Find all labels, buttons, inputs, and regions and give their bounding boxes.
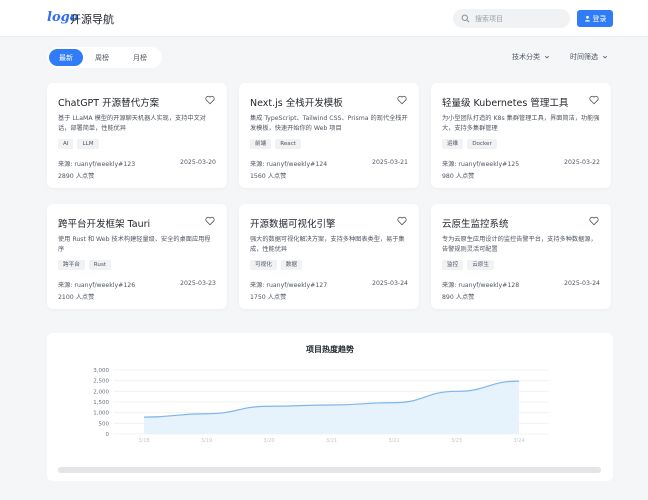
card-description: 强大的数据可视化解决方案，支持多种图表类型，易于集成，性能优异: [250, 236, 405, 253]
card-date: 2025-03-21: [372, 159, 408, 166]
heart-icon[interactable]: [589, 95, 599, 105]
x-tick-label: 3/19: [201, 438, 212, 444]
card-tags: 跨平台 Rust: [58, 260, 112, 270]
x-tick-label: 3/23: [451, 438, 462, 444]
tag[interactable]: 前端: [250, 139, 272, 149]
tag[interactable]: 可视化: [250, 260, 277, 270]
site-name: 开源导航: [70, 13, 114, 26]
y-tick-label: 1,500: [93, 400, 109, 406]
card-likes: 1560 人点赞: [250, 173, 287, 180]
project-card[interactable]: 跨平台开发框架 Tauri 使用 Rust 和 Web 技术构建轻量级、安全的桌…: [47, 204, 227, 309]
project-card[interactable]: 轻量级 Kubernetes 管理工具 为小型团队打造的 K8s 集群管理工具，…: [431, 83, 611, 188]
tag[interactable]: 跨平台: [58, 260, 85, 270]
tag[interactable]: 监控: [442, 260, 464, 270]
top-header: logo 开源导航 登录: [0, 0, 648, 37]
x-tick-label: 3/20: [263, 438, 274, 444]
ranking-tabs: 最新 周榜 月榜: [47, 47, 162, 68]
tab-monthly[interactable]: 月榜: [121, 49, 159, 66]
y-tick-label: 3,000: [93, 368, 109, 374]
card-description: 使用 Rust 和 Web 技术构建轻量级、安全的桌面应用程序: [58, 236, 211, 253]
card-date: 2025-03-24: [372, 280, 408, 287]
tag[interactable]: 数据: [280, 260, 302, 270]
card-description: 专为云原生应用设计的监控告警平台，支持多种数据源，告警规则灵活可配置: [442, 236, 597, 253]
card-title[interactable]: 开源数据可视化引擎: [250, 216, 336, 230]
time-filter-label: 时间筛选: [570, 53, 598, 61]
tag[interactable]: LLM: [77, 139, 99, 149]
heart-icon[interactable]: [205, 216, 215, 226]
tag[interactable]: 云原生: [467, 260, 494, 270]
card-title[interactable]: 轻量级 Kubernetes 管理工具: [442, 95, 568, 109]
card-likes: 2890 人点赞: [58, 173, 95, 180]
card-tags: 前端 React: [250, 139, 301, 149]
card-description: 基于 LLaMA 模型的开源聊天机器人实现，支持中文对话，部署简单，性能优异: [58, 115, 206, 132]
login-button[interactable]: 登录: [577, 10, 613, 27]
heart-icon[interactable]: [397, 216, 407, 226]
card-date: 2025-03-23: [180, 280, 216, 287]
tag[interactable]: Docker: [467, 139, 497, 149]
card-tags: AI LLM: [58, 139, 99, 149]
chart-zoom-slider[interactable]: [58, 467, 601, 473]
user-icon: [584, 15, 590, 22]
x-tick-label: 3/18: [138, 438, 149, 444]
time-filter[interactable]: 时间筛选: [570, 52, 608, 62]
card-date: 2025-03-20: [180, 159, 216, 166]
card-source: 来源: ruanyf/weekly#126: [58, 282, 136, 289]
card-description: 集成 TypeScript、Tailwind CSS、Prisma 的现代全栈开…: [250, 115, 408, 132]
project-card[interactable]: Next.js 全栈开发模板 集成 TypeScript、Tailwind CS…: [239, 83, 419, 188]
login-label: 登录: [592, 14, 607, 23]
card-source: 来源: ruanyf/weekly#125: [442, 161, 520, 168]
tab-weekly[interactable]: 周榜: [83, 49, 121, 66]
heart-icon[interactable]: [589, 216, 599, 226]
tag[interactable]: AI: [58, 139, 74, 149]
x-tick-label: 3/21: [326, 438, 337, 444]
card-title[interactable]: 云原生监控系统: [442, 216, 509, 230]
card-source: 来源: ruanyf/weekly#128: [442, 282, 520, 289]
trend-chart[interactable]: 0 500 1,000 1,500 2,000 2,500 3,000 3/18 3/19 3/2…: [47, 333, 613, 481]
tag[interactable]: React: [275, 139, 301, 149]
trend-chart-panel: 项目热度趋势 0 500 1,000 1,500 2,000 2,500 3,000 3/18…: [47, 333, 613, 481]
category-filter-label: 技术分类: [512, 53, 540, 61]
series-area: [144, 381, 519, 434]
project-card[interactable]: 云原生监控系统 专为云原生应用设计的监控告警平台，支持多种数据源，告警规则灵活可…: [431, 204, 611, 309]
card-likes: 2100 人点赞: [58, 294, 95, 301]
category-filter[interactable]: 技术分类: [512, 52, 550, 62]
card-tags: 监控 云原生: [442, 260, 494, 270]
project-card[interactable]: 开源数据可视化引擎 强大的数据可视化解决方案，支持多种图表类型，易于集成，性能优…: [239, 204, 419, 309]
tag[interactable]: Rust: [88, 260, 112, 270]
tag[interactable]: 运维: [442, 139, 464, 149]
search-icon: [461, 14, 470, 23]
project-card[interactable]: ChatGPT 开源替代方案 基于 LLaMA 模型的开源聊天机器人实现，支持中…: [47, 83, 227, 188]
card-title[interactable]: 跨平台开发框架 Tauri: [58, 216, 150, 230]
card-likes: 890 人点赞: [442, 294, 475, 301]
card-likes: 980 人点赞: [442, 173, 475, 180]
card-tags: 运维 Docker: [442, 139, 497, 149]
card-date: 2025-03-24: [564, 280, 600, 287]
card-title[interactable]: Next.js 全栈开发模板: [250, 95, 343, 109]
card-source: 来源: ruanyf/weekly#123: [58, 161, 136, 168]
y-tick-label: 0: [106, 432, 110, 438]
tab-latest[interactable]: 最新: [49, 49, 83, 66]
heart-icon[interactable]: [205, 95, 215, 105]
heart-icon[interactable]: [397, 95, 407, 105]
card-date: 2025-03-22: [564, 159, 600, 166]
y-tick-label: 1,000: [93, 411, 109, 417]
x-tick-label: 3/22: [388, 438, 399, 444]
search-box[interactable]: [453, 9, 570, 28]
y-tick-label: 500: [99, 421, 110, 427]
x-tick-label: 3/24: [513, 438, 524, 444]
card-tags: 可视化 数据: [250, 260, 302, 270]
chart-zoom-handle[interactable]: [58, 467, 601, 473]
chevron-down-icon: [602, 55, 608, 59]
search-input[interactable]: [475, 14, 565, 23]
card-source: 来源: ruanyf/weekly#124: [250, 161, 328, 168]
y-tick-label: 2,000: [93, 389, 109, 395]
y-tick-label: 2,500: [93, 379, 109, 385]
chevron-down-icon: [544, 55, 550, 59]
card-title[interactable]: ChatGPT 开源替代方案: [58, 95, 159, 109]
card-likes: 1750 人点赞: [250, 294, 287, 301]
card-source: 来源: ruanyf/weekly#127: [250, 282, 328, 289]
card-description: 为小型团队打造的 K8s 集群管理工具，界面简洁，功能强大，支持多集群管理: [442, 115, 600, 132]
